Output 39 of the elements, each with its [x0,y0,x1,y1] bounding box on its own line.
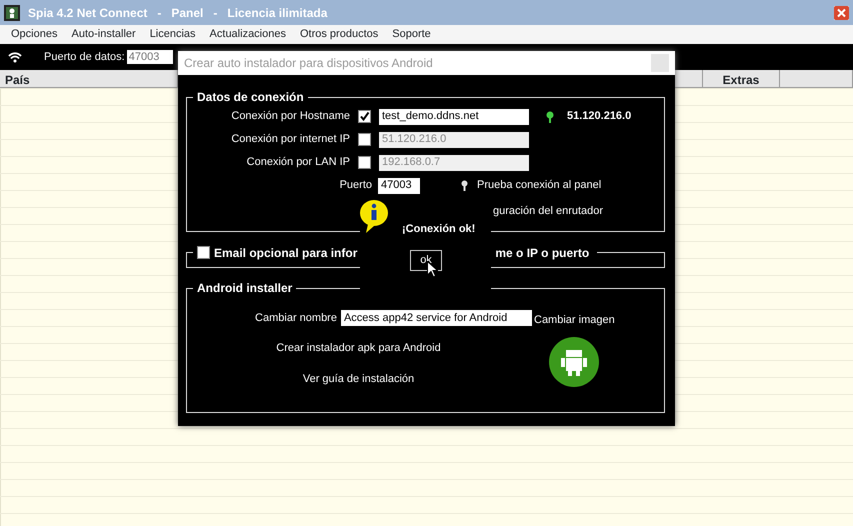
email-option-label: Email opcional para infor [214,246,358,258]
checkbox[interactable] [197,246,210,259]
antenna-icon [545,110,555,122]
ip-address: 51.120.216.0 [567,109,632,124]
test-link[interactable]: Prueba conexión al panel [477,177,602,194]
name-label: Cambiar nombre [255,311,337,326]
message-text: ¡Conexión ok! [402,222,476,237]
android-icon[interactable] [549,336,600,386]
port-field[interactable]: 47003 [378,178,420,194]
antenna-icon [460,180,469,191]
window-title: Spia 4.2 Net Connect - Panel - Licencia ilimitada [28,4,328,22]
option-label: Conexión por internet IP [230,132,350,148]
group-title: Datos de conexión [196,91,305,103]
column-header[interactable]: Extras [703,70,780,87]
menu-item[interactable]: Auto-installer [64,26,143,43]
checkbox[interactable] [358,110,371,123]
menu-item[interactable]: Opciones [4,26,64,43]
group-title: Android installer [196,282,294,294]
app-icon [4,4,20,20]
guide-link[interactable]: Ver guía de instalación [302,371,414,388]
menu-item[interactable]: Soporte [385,26,438,43]
router-link[interactable]: guración del enrutador [493,203,604,220]
create-apk-link[interactable]: Crear instalador apk para Android [276,340,441,356]
port-label: Puerto de datos: [44,50,125,65]
menu-item[interactable]: Licencias [142,26,203,43]
dialog-title: Crear auto instalador para dispositivos Android [184,55,433,72]
wifi-icon [8,51,22,63]
input-field[interactable]: test_demo.ddns.net [379,108,529,124]
menu-item[interactable]: Actualizaciones [202,26,293,43]
port-field[interactable]: 47003 [126,50,173,64]
info-icon [360,200,388,233]
menu-item[interactable]: Otros productos [292,26,386,43]
email-option-label: me o IP o puerto [495,246,590,258]
option-label: Conexión por LAN IP [246,155,350,170]
close-button[interactable] [834,6,849,20]
change-image-link[interactable]: Cambiar imagen [534,312,615,328]
name-field[interactable]: Access app42 service for Android [340,310,532,326]
port-label: Puerto [338,178,372,194]
option-label: Conexión por Hostname [230,109,350,124]
